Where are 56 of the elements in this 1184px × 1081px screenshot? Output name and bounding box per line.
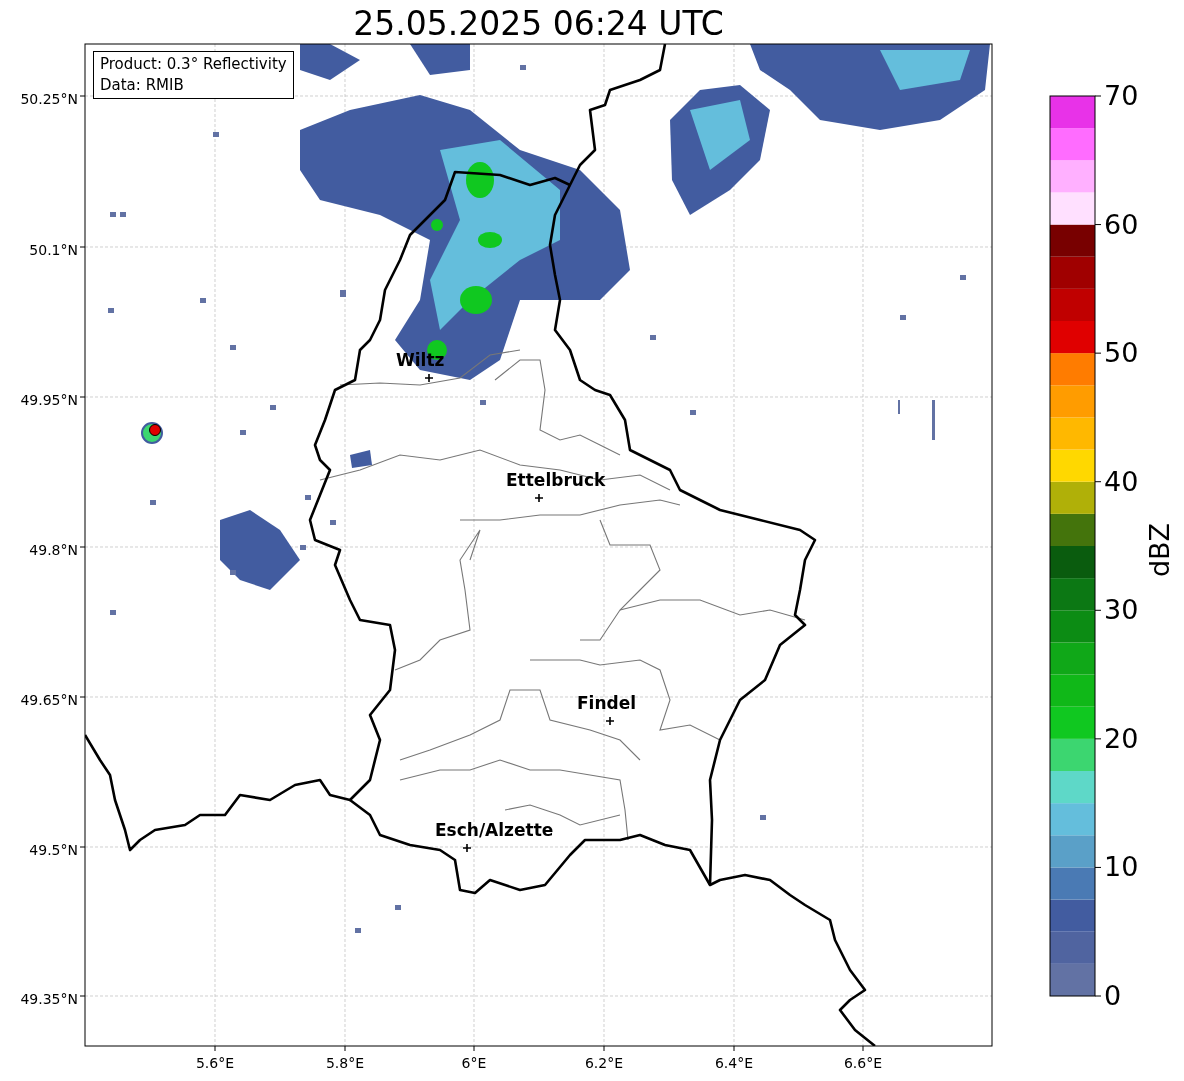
chart-title: 25.05.2025 06:24 UTC bbox=[353, 4, 724, 43]
colorbar-tick-label: 70 bbox=[1104, 81, 1139, 111]
colorbar-tick-label: 10 bbox=[1104, 852, 1139, 883]
axis-tick-label: 49.65°N bbox=[20, 692, 78, 708]
radar-echo bbox=[690, 410, 696, 415]
axis-tick-label: 6.6°E bbox=[843, 1055, 883, 1071]
radar-echo bbox=[305, 495, 311, 500]
radar-echo bbox=[300, 44, 360, 80]
axis-tick-label: 50.25°N bbox=[20, 91, 78, 107]
radar-echo bbox=[480, 400, 486, 405]
city-marker-icon bbox=[534, 493, 544, 503]
axis-tick-label: 49.5°N bbox=[29, 842, 78, 858]
colorbar-tick-label: 60 bbox=[1104, 209, 1139, 240]
city-label: Findel bbox=[577, 693, 637, 713]
colorbar-tick-label: 30 bbox=[1104, 595, 1139, 626]
radar-echo bbox=[350, 450, 372, 468]
radar-echo bbox=[760, 815, 766, 820]
colorbar-tick-label: 20 bbox=[1104, 723, 1139, 754]
radar-site-icon bbox=[141, 422, 163, 444]
info-text: Data: RMIB bbox=[100, 75, 185, 96]
axis-tick-label: 49.95°N bbox=[20, 392, 78, 408]
axis-tick-label: 49.35°N bbox=[20, 991, 78, 1007]
radar-echo bbox=[200, 298, 206, 303]
colorbar-title: dBZ bbox=[1145, 522, 1175, 578]
city-marker-icon bbox=[605, 716, 615, 726]
info-text: Product: 0.3° Reflectivity bbox=[100, 54, 287, 75]
radar-echo bbox=[355, 928, 361, 933]
radar-echo bbox=[150, 500, 156, 505]
city-label: Ettelbruck bbox=[506, 470, 606, 490]
colorbar-tick-label: 40 bbox=[1104, 466, 1139, 497]
radar-echo bbox=[900, 315, 906, 320]
radar-echo bbox=[270, 405, 276, 410]
radar-echo bbox=[213, 132, 219, 137]
radar-echo bbox=[650, 335, 656, 340]
radar-echo bbox=[330, 520, 336, 525]
axis-tick-label: 6.4°E bbox=[714, 1055, 754, 1071]
radar-echo bbox=[230, 345, 236, 350]
city-marker-icon bbox=[462, 843, 472, 853]
radar-echo bbox=[960, 275, 966, 280]
axis-tick-label: 6°E bbox=[461, 1055, 487, 1071]
colorbar-tick-label: 50 bbox=[1104, 338, 1139, 369]
city-label: Esch/Alzette bbox=[435, 820, 554, 840]
axis-tick-label: 5.6°E bbox=[195, 1055, 235, 1071]
colorbar-tick-label: 0 bbox=[1104, 981, 1122, 1011]
axis-tick-label: 50.1°N bbox=[29, 242, 78, 258]
radar-echo bbox=[520, 65, 526, 70]
radar-echo bbox=[932, 400, 935, 440]
axis-tick-label: 49.8°N bbox=[29, 542, 78, 558]
radar-echo bbox=[240, 430, 246, 435]
city-marker-icon bbox=[424, 373, 434, 383]
axis-tick-label: 6.2°E bbox=[584, 1055, 624, 1071]
radar-echo bbox=[395, 905, 401, 910]
radar-echo bbox=[410, 44, 470, 75]
radar-echo bbox=[108, 308, 114, 313]
axis-tick-label: 5.8°E bbox=[325, 1055, 365, 1071]
radar-echo bbox=[110, 610, 116, 615]
